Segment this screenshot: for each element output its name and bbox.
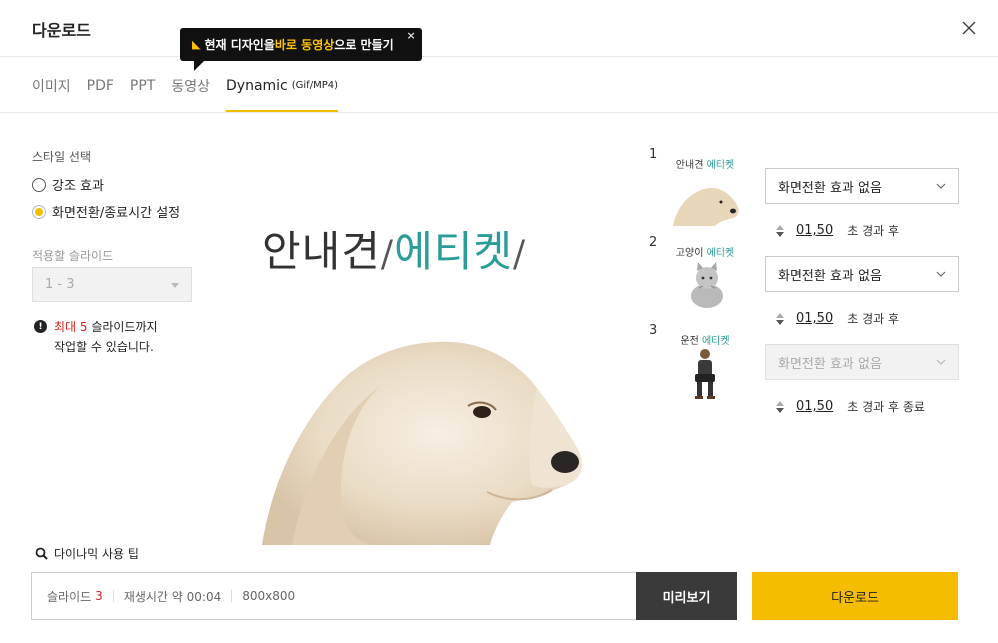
duration-stepper[interactable] (776, 312, 784, 325)
duration-row-3: 01,50 초 경과 후 종료 (776, 398, 925, 415)
alert-icon: ! (34, 320, 47, 333)
duration-value[interactable]: 01,50 (796, 311, 833, 326)
slide-thumbnail-1[interactable]: 안내견 에티켓 (667, 150, 743, 226)
pointer-icon: ◣ (192, 38, 201, 51)
duration-suffix: 초 경과 후 종료 (847, 400, 925, 414)
notice-line1: 슬라이드까지 (87, 320, 158, 334)
resolution-value: 800x800 (242, 589, 296, 603)
download-type-tabs: 이미지 PDF PPT 동영상 Dynamic (Gif/MP4) (32, 58, 354, 113)
arrow-up-icon[interactable] (776, 224, 784, 230)
tooltip-highlight: 바로 동영상 (274, 38, 335, 52)
chevron-down-icon (936, 183, 946, 189)
slide-range-value: 1 - 3 (45, 277, 75, 292)
duration-value[interactable]: 01,50 (796, 223, 833, 238)
tooltip-close-icon[interactable]: × (406, 29, 415, 42)
arrow-down-icon[interactable] (776, 231, 784, 237)
duration-stepper[interactable] (776, 400, 784, 413)
transition-select-1[interactable]: 화면전환 효과 없음 (765, 168, 959, 204)
download-button[interactable]: 다운로드 (752, 572, 958, 620)
search-icon (35, 547, 48, 560)
tab-label: Dynamic (226, 77, 288, 94)
dynamic-tips-link[interactable]: 다이나믹 사용 팁 (35, 545, 139, 562)
transition-select-3: 화면전환 효과 없음 (765, 344, 959, 380)
duration-row-1: 01,50 초 경과 후 (776, 222, 899, 239)
tabs-divider (0, 112, 998, 113)
cat-thumbnail-image (691, 262, 723, 308)
slide-limit-notice: ! 최대 5 슬라이드까지 작업할 수 있습니다. (34, 317, 194, 357)
duration-value[interactable]: 01,50 (796, 399, 833, 414)
caret-down-icon (171, 283, 179, 288)
slides-section-label: 적용할 슬라이드 (32, 249, 114, 263)
transition-value: 화면전환 효과 없음 (778, 268, 882, 284)
tab-label: PPT (129, 77, 156, 94)
chevron-down-icon (936, 271, 946, 277)
radio-label: 강조 효과 (52, 179, 104, 194)
dialog-title: 다운로드 (32, 21, 91, 40)
transition-value: 화면전환 효과 없음 (778, 180, 882, 196)
radio-transition-setting[interactable]: 화면전환/종료시간 설정 (32, 202, 180, 221)
radio-emphasis-effect[interactable]: 강조 효과 (32, 175, 104, 194)
close-button[interactable] (958, 17, 980, 39)
tab-sublabel: (Gif/MP4) (291, 80, 338, 91)
duration-stepper[interactable] (776, 224, 784, 237)
tooltip-text: 현재 디자인을 (204, 38, 275, 52)
tab-video[interactable]: 동영상 (171, 58, 210, 113)
radio-button[interactable] (32, 204, 46, 219)
slide-number: 1 (649, 147, 658, 162)
tab-ppt[interactable]: PPT (130, 58, 155, 113)
dog-image (262, 341, 582, 545)
notice-highlight: 최대 5 (54, 320, 88, 334)
duration-suffix: 초 경과 후 (847, 224, 900, 238)
slide-number: 2 (649, 235, 658, 250)
chevron-down-icon (936, 359, 946, 365)
arrow-up-icon[interactable] (776, 400, 784, 406)
transition-value: 화면전환 효과 없음 (778, 356, 882, 372)
make-video-tooltip[interactable]: ◣ 현재 디자인을 바로 동영상 으로 만들기 × (180, 28, 422, 71)
arrow-up-icon[interactable] (776, 312, 784, 318)
slide-count-value: 3 (95, 589, 103, 603)
radio-label: 화면전환/종료시간 설정 (52, 206, 181, 221)
arrow-down-icon[interactable] (776, 319, 784, 325)
slide-count-label: 슬라이드 (47, 589, 92, 604)
notice-text: 최대 5 슬라이드까지 작업할 수 있습니다. (34, 317, 194, 357)
tab-label: PDF (86, 77, 114, 94)
driver-thumbnail-image (695, 349, 715, 399)
duration-row-2: 01,50 초 경과 후 (776, 310, 899, 327)
slide-thumbnail-3[interactable]: 운전 에티켓 (667, 326, 743, 402)
close-icon (962, 21, 976, 35)
dialog-header: 다운로드 (0, 0, 998, 57)
slide-range-select: 1 - 3 (32, 267, 192, 302)
divider (112, 590, 114, 602)
tab-label: 이미지 (32, 78, 71, 95)
export-summary: 슬라이드 3 재생시간 약 00:04 800x800 (31, 572, 637, 620)
duration-suffix: 초 경과 후 (847, 312, 900, 326)
radio-button[interactable] (32, 177, 46, 192)
preview-button[interactable]: 미리보기 (636, 572, 737, 620)
transition-select-2[interactable]: 화면전환 효과 없음 (765, 256, 959, 292)
tooltip-text: 으로 만들기 (334, 38, 394, 52)
tab-dynamic[interactable]: Dynamic (Gif/MP4) (226, 58, 338, 113)
slide-preview: 안내견/에티켓/ (232, 130, 622, 545)
tab-pdf[interactable]: PDF (87, 58, 114, 113)
tips-label: 다이나믹 사용 팁 (54, 547, 139, 561)
notice-line2: 작업할 수 있습니다. (54, 340, 154, 354)
style-section-label: 스타일 선택 (32, 150, 92, 164)
dog-thumbnail-image (673, 187, 739, 226)
slide-thumbnail-2[interactable]: 고양이 에티켓 (667, 238, 743, 314)
slide-number: 3 (649, 323, 658, 338)
duration-summary: 재생시간 약 00:04 (123, 589, 222, 604)
divider (231, 590, 233, 602)
tab-image[interactable]: 이미지 (32, 58, 71, 113)
arrow-down-icon[interactable] (776, 407, 784, 413)
tab-label: 동영상 (171, 78, 210, 95)
